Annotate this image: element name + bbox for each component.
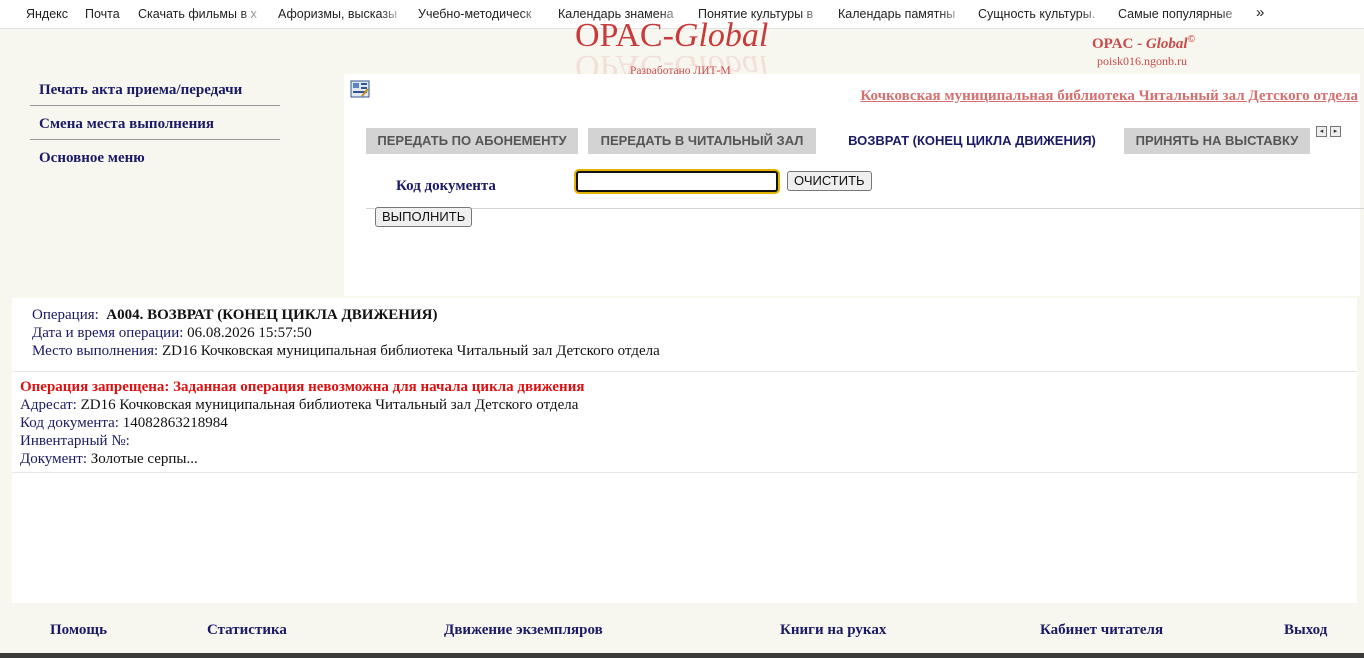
- result-box: Операция запрещена: Заданная операция не…: [12, 371, 1357, 473]
- side-menu: Печать акта приема/передачи Смена места …: [30, 80, 280, 181]
- operation-row: Операция: А004. ВОЗВРАТ (КОНЕЦ ЦИКЛА ДВИ…: [32, 306, 660, 324]
- main-panel: Кочковская муниципальная библиотека Чита…: [344, 74, 1364, 296]
- opac-global-logo: OPAC-Global OPAC-Global Разработано ЛИТ-…: [575, 16, 800, 78]
- error-message: Операция запрещена: Заданная операция не…: [20, 379, 585, 395]
- place-row: Место выполнения: ZD16 Кочковская муници…: [32, 342, 660, 360]
- taskbar-edge: [0, 653, 1364, 658]
- doc-code-label: Код документа: [396, 178, 496, 194]
- clear-button[interactable]: ОЧИСТИТЬ: [787, 171, 872, 191]
- execute-button[interactable]: ВЫПОЛНИТЬ: [375, 207, 473, 227]
- code-row: Код документа: 14082863218984: [20, 414, 584, 432]
- document-value: Золотые серпы...: [90, 451, 198, 467]
- bookmark-aphorisms[interactable]: Афоризмы, высказы: [278, 7, 406, 21]
- datetime-value: 06.08.2026 15:57:50: [187, 325, 312, 341]
- bookmarks-more-icon[interactable]: »: [1256, 4, 1264, 21]
- brand-opac: OPAC -: [1092, 36, 1143, 52]
- bookmark-memorial-calendar[interactable]: Календарь памятны: [838, 7, 966, 21]
- address-label: Адресат:: [20, 397, 77, 413]
- document-label: Документ:: [20, 451, 88, 467]
- address-value: ZD16 Кочковская муниципальная библиотека…: [80, 397, 579, 413]
- bookmark-culture-essence[interactable]: Сущность культуры.: [978, 7, 1106, 21]
- bookmark-movies[interactable]: Скачать фильмы в х: [138, 7, 266, 21]
- tab-transfer-subscription[interactable]: ПЕРЕДАТЬ ПО АБОНЕМЕНТУ: [366, 128, 578, 154]
- menu-change-place[interactable]: Смена места выполнения: [30, 114, 280, 140]
- bookmark-yandex[interactable]: Яндекс: [26, 7, 68, 21]
- tab-next-icon[interactable]: ▸: [1330, 126, 1341, 137]
- operation-panel: Операция: А004. ВОЗВРАТ (КОНЕЦ ЦИКЛА ДВИ…: [12, 298, 1357, 603]
- datetime-row: Дата и время операции: 06.08.2026 15:57:…: [32, 324, 660, 342]
- menu-print-act[interactable]: Печать акта приема/передачи: [30, 80, 280, 106]
- tab-divider: [366, 208, 1364, 209]
- datetime-label: Дата и время операции:: [32, 325, 184, 341]
- footer-books-link[interactable]: Книги на руках: [780, 622, 886, 639]
- tab-exhibition[interactable]: ПРИНЯТЬ НА ВЫСТАВКУ: [1124, 128, 1310, 154]
- footer-exit-link[interactable]: Выход: [1284, 622, 1327, 639]
- footer-help-link[interactable]: Помощь: [50, 622, 107, 639]
- bookmark-methodical[interactable]: Учебно-методическ: [418, 7, 546, 21]
- tab-prev-icon[interactable]: ◂: [1316, 126, 1327, 137]
- tab-return[interactable]: ВОЗВРАТ (КОНЕЦ ЦИКЛА ДВИЖЕНИЯ): [826, 128, 1118, 155]
- code-label: Код документа:: [20, 415, 119, 431]
- operation-label: Операция:: [32, 307, 99, 323]
- document-row: Документ: Золотые серпы...: [20, 450, 584, 468]
- brand-title: OPAC - Global©: [1092, 34, 1195, 53]
- place-label: Место выполнения:: [32, 343, 159, 359]
- brand-host: poisk016.ngonb.ru: [1097, 54, 1187, 68]
- inventory-row: Инвентарный №:: [20, 432, 584, 450]
- footer-movement-link[interactable]: Движение экземпляров: [444, 622, 603, 639]
- bookmark-most-popular[interactable]: Самые популярные: [1118, 7, 1246, 21]
- address-row: Адресат: ZD16 Кочковская муниципальная б…: [20, 396, 584, 414]
- footer-stats-link[interactable]: Статистика: [207, 622, 287, 639]
- brand-global: Global: [1145, 36, 1188, 52]
- operation-info: Операция: А004. ВОЗВРАТ (КОНЕЦ ЦИКЛА ДВИ…: [32, 306, 660, 360]
- footer-cabinet-link[interactable]: Кабинет читателя: [1040, 622, 1163, 639]
- bookmark-mail[interactable]: Почта: [85, 7, 120, 21]
- footer-nav: Помощь Статистика Движение экземпляров К…: [0, 620, 1364, 642]
- inventory-label: Инвентарный №:: [20, 433, 130, 449]
- menu-main[interactable]: Основное меню: [30, 148, 280, 173]
- doc-code-input[interactable]: [576, 171, 778, 192]
- library-link[interactable]: Кочковская муниципальная библиотека Чита…: [860, 88, 1358, 105]
- tab-transfer-reading-room[interactable]: ПЕРЕДАТЬ В ЧИТАЛЬНЫЙ ЗАЛ: [588, 128, 816, 154]
- form-edit-icon[interactable]: [350, 80, 370, 98]
- brand-copyright: ©: [1187, 34, 1196, 45]
- operation-value: А004. ВОЗВРАТ (КОНЕЦ ЦИКЛА ДВИЖЕНИЯ): [106, 307, 438, 323]
- place-value: ZD16 Кочковская муниципальная библиотека…: [161, 343, 660, 359]
- code-value: 14082863218984: [122, 415, 228, 431]
